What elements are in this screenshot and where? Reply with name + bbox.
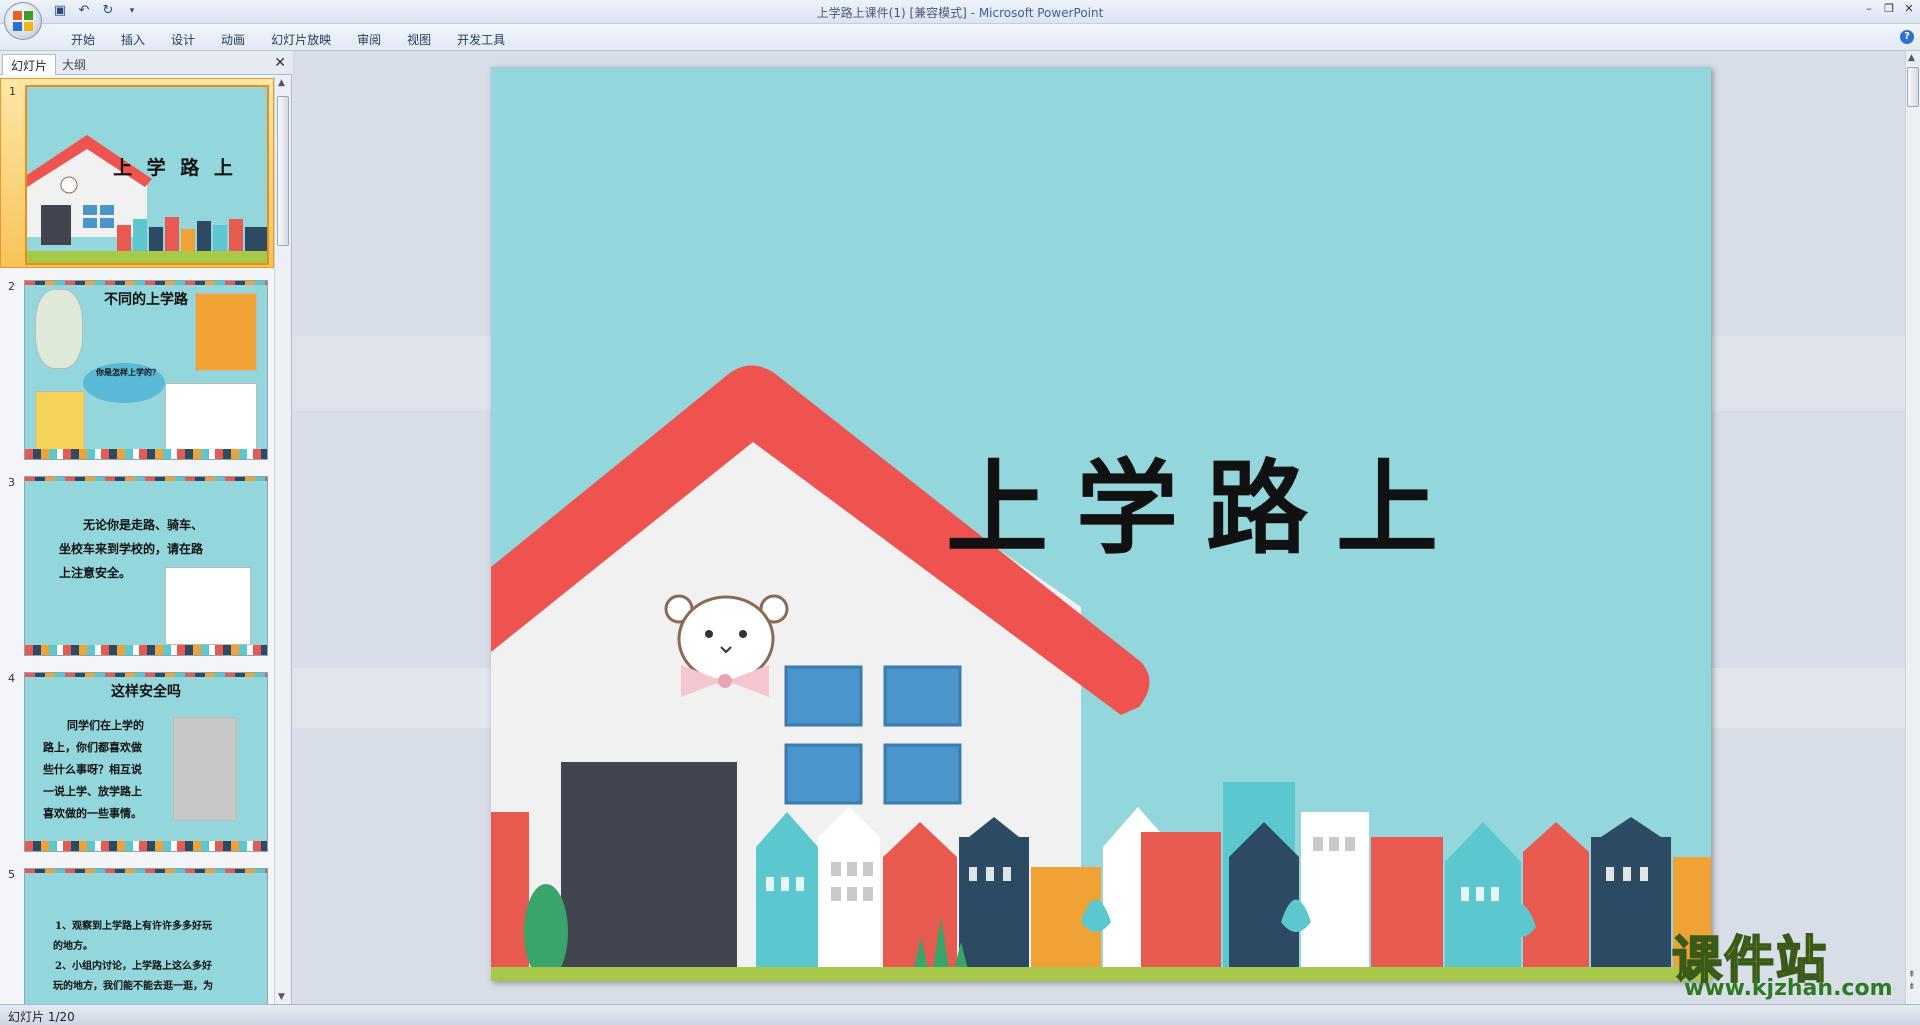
close-window-icon[interactable]: ✕ — [1902, 2, 1916, 16]
minimize-icon[interactable]: – — [1862, 2, 1876, 16]
office-logo-icon — [13, 11, 33, 31]
scroll-down-icon[interactable]: ▼ — [278, 992, 285, 1002]
slide-number: 2 — [8, 280, 15, 293]
status-bar: 幻灯片 1/20 — [0, 1004, 1920, 1025]
office-button[interactable] — [4, 2, 42, 40]
tab-slide-show[interactable]: 幻灯片放映 — [258, 29, 344, 49]
slide-thumbnail-2[interactable]: 2 不同的上学路 你是怎样上学的？ — [0, 274, 274, 464]
scroll-up-icon[interactable]: ▲ — [1908, 53, 1915, 63]
photo-bus — [195, 293, 257, 371]
app-name: Microsoft PowerPoint — [978, 6, 1104, 20]
help-icon[interactable]: ? — [1900, 30, 1914, 44]
thumbnail-text-line: 坐校车来到学校的，请在路 — [59, 542, 204, 556]
thumbnail-text-line: 喜欢做的一些事情。 — [43, 807, 142, 820]
decorative-band — [25, 841, 267, 851]
thumbnail-title: 上 学 路 上 — [113, 157, 237, 179]
thumbnail-text-line: 玩的地方，我们能不能去逛一逛，为 — [53, 981, 213, 992]
thumbnail-text-line: 一说上学、放学路上 — [43, 785, 142, 798]
tab-outline[interactable]: 大纲 — [54, 54, 94, 75]
thumbnail-text-line: 上注意安全。 — [59, 566, 132, 580]
main-scroll-thumb[interactable] — [1907, 67, 1919, 107]
ribbon-tabs: 开始 插入 设计 动画 幻灯片放映 审阅 视图 开发工具 — [58, 29, 518, 49]
pane-scroll-thumb[interactable] — [277, 96, 289, 246]
slide-number: 4 — [8, 672, 15, 685]
thumbnail-canvas: 上 学 路 上 — [25, 85, 269, 265]
tab-slides[interactable]: 幻灯片 — [2, 54, 57, 75]
photo-walking-child — [35, 289, 83, 369]
slide-number: 3 — [8, 476, 15, 489]
slide-thumbnail-1[interactable]: 1 上 学 路 上 — [0, 78, 274, 268]
slide-title[interactable]: 上学路上 — [946, 427, 1466, 574]
slide-count-status: 幻灯片 1/20 — [8, 1010, 75, 1024]
tab-insert[interactable]: 插入 — [108, 29, 158, 49]
slide-number: 5 — [8, 868, 15, 881]
photo-bicycle — [165, 383, 257, 451]
title-bar: ▣ ↶ ↻ ▾ 上学路上课件(1) [兼容模式] - Microsoft Pow… — [0, 0, 1920, 24]
thumbnail-text-line: 2、小组内讨论，上学路上这么多好 — [55, 961, 212, 972]
thumbnail-canvas: 不同的上学路 你是怎样上学的？ — [24, 280, 268, 460]
thumbnail-canvas: 这样安全吗 同学们在上学的 路上，你们都喜欢做 些什么事呀？相互说 一说上学、放… — [24, 672, 268, 852]
window-title: 上学路上课件(1) [兼容模式] - Microsoft PowerPoint — [0, 4, 1920, 21]
document-title: 上学路上课件(1) [兼容模式] - — [816, 6, 979, 20]
thumbnail-canvas: 无论你是走路、骑车、 坐校车来到学校的，请在路 上注意安全。 — [24, 476, 268, 656]
slide-thumbnail-3[interactable]: 3 无论你是走路、骑车、 坐校车来到学校的，请在路 上注意安全。 — [0, 470, 274, 660]
slide-thumbnail-4[interactable]: 4 这样安全吗 同学们在上学的 路上，你们都喜欢做 些什么事呀？相互说 一说上学… — [0, 666, 274, 856]
pane-scrollbar[interactable]: ▲ ▼ — [274, 76, 291, 1004]
tab-home[interactable]: 开始 — [58, 29, 108, 49]
tab-developer[interactable]: 开发工具 — [444, 29, 518, 49]
decorative-border — [25, 869, 267, 873]
thumbnail-canvas: 1、观察到上学路上有许许多多好玩 的地方。 2、小组内讨论，上学路上这么多好 玩… — [24, 868, 268, 1004]
watermark: 课件站 www.kjzhan.com — [1671, 920, 1912, 1002]
tab-view[interactable]: 视图 — [394, 29, 444, 49]
photo-girl — [173, 717, 237, 821]
thumbnail-text-line: 的地方。 — [53, 941, 93, 952]
close-pane-icon[interactable]: ✕ — [274, 55, 286, 71]
speech-bubble-text: 你是怎样上学的？ — [96, 367, 160, 377]
scroll-up-icon[interactable]: ▲ — [278, 78, 285, 88]
decorative-border — [25, 281, 267, 285]
current-slide[interactable]: 上学路上 — [491, 67, 1711, 981]
photo-child-backpack — [35, 391, 85, 451]
slide-number: 1 — [9, 85, 16, 98]
tab-animations[interactable]: 动画 — [208, 29, 258, 49]
window-controls: – ❐ ✕ — [1862, 2, 1916, 16]
main-scrollbar[interactable]: ▲ ⇞ ⇟ — [1905, 51, 1920, 1004]
tab-design[interactable]: 设计 — [158, 29, 208, 49]
thumbnail-title: 这样安全吗 — [111, 684, 181, 700]
thumbnail-text-line: 同学们在上学的 — [67, 719, 144, 732]
decorative-border — [25, 477, 267, 481]
pane-tabs: 幻灯片 大纲 ✕ — [0, 51, 292, 75]
watermark-url: www.kjzhan.com — [1684, 976, 1893, 1001]
decorative-band — [25, 645, 267, 655]
photo-boy-walking — [165, 567, 251, 645]
restore-icon[interactable]: ❐ — [1882, 2, 1896, 16]
slide-thumbnail-5[interactable]: 5 1、观察到上学路上有许许多多好玩 的地方。 2、小组内讨论，上学路上这么多好… — [0, 862, 274, 1004]
slides-pane: 幻灯片 大纲 ✕ 1 上 学 路 上 2 不同的上学路 你是怎样上学的？ 3 无… — [0, 51, 292, 1004]
thumbnail-text-line: 些什么事呀？相互说 — [43, 763, 142, 776]
decorative-border — [25, 673, 267, 677]
thumbnail-text-line: 1、观察到上学路上有许许多多好玩 — [55, 921, 212, 932]
ribbon: 开始 插入 设计 动画 幻灯片放映 审阅 视图 开发工具 ? — [0, 24, 1920, 51]
slide-thumbnails: 1 上 学 路 上 2 不同的上学路 你是怎样上学的？ 3 无论你是走路、骑车、… — [0, 76, 274, 1004]
thumbnail-text-line: 路上，你们都喜欢做 — [43, 741, 142, 754]
tab-review[interactable]: 审阅 — [344, 29, 394, 49]
decorative-band — [25, 449, 267, 459]
thumbnail-text-line: 无论你是走路、骑车、 — [83, 518, 204, 532]
